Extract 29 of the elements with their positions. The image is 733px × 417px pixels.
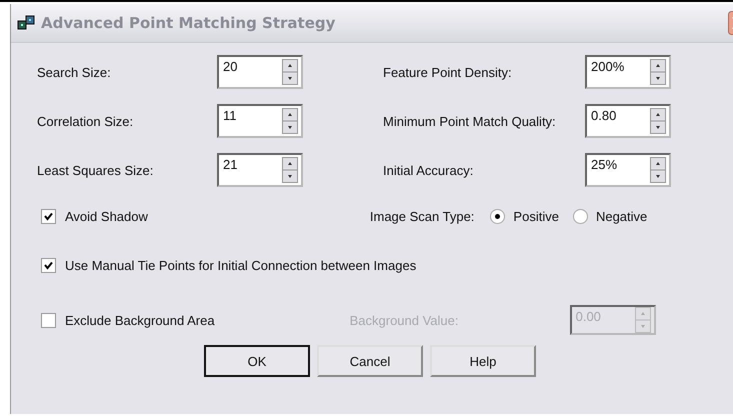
field-label: Correlation Size: [37,114,134,128]
field-label: Initial Accuracy: [383,162,474,178]
spin-arrows[interactable] [650,108,666,134]
field-label: Feature Point Density: [383,64,513,80]
checkbox[interactable] [41,258,56,273]
radio-label: Negative [596,209,648,224]
field-label: Least Squares Size: [37,162,154,178]
window-title: Advanced Point Matching Strategy [41,14,336,32]
spin-arrows[interactable] [282,157,298,183]
field-label: Search Size: [37,64,112,80]
spin-arrows[interactable] [282,59,298,85]
field-label: Image Scan Type: [370,209,474,224]
dialog-button[interactable]: Help [430,345,536,377]
radio-button[interactable] [490,209,506,224]
checkbox-label: Avoid Shadow [65,209,148,224]
checkbox[interactable] [41,209,56,224]
checkbox-label: Use Manual Tie Points for Initial Connection between Images [65,258,416,273]
spin-arrows[interactable] [282,108,298,134]
dialog-button[interactable]: Cancel [317,345,423,377]
spin-arrows[interactable] [650,59,666,85]
radio-label: Positive [513,209,559,224]
dialog-button[interactable]: OK [204,345,310,377]
spin-arrows[interactable] [650,157,666,183]
checkbox-label: Exclude Background Area [65,312,215,328]
radio-button[interactable] [572,209,588,224]
app-icon [17,15,35,31]
field-label: Minimum Point Match Quality: [383,114,557,128]
field-label: Background Value: [350,312,460,328]
checkbox[interactable] [41,312,56,328]
